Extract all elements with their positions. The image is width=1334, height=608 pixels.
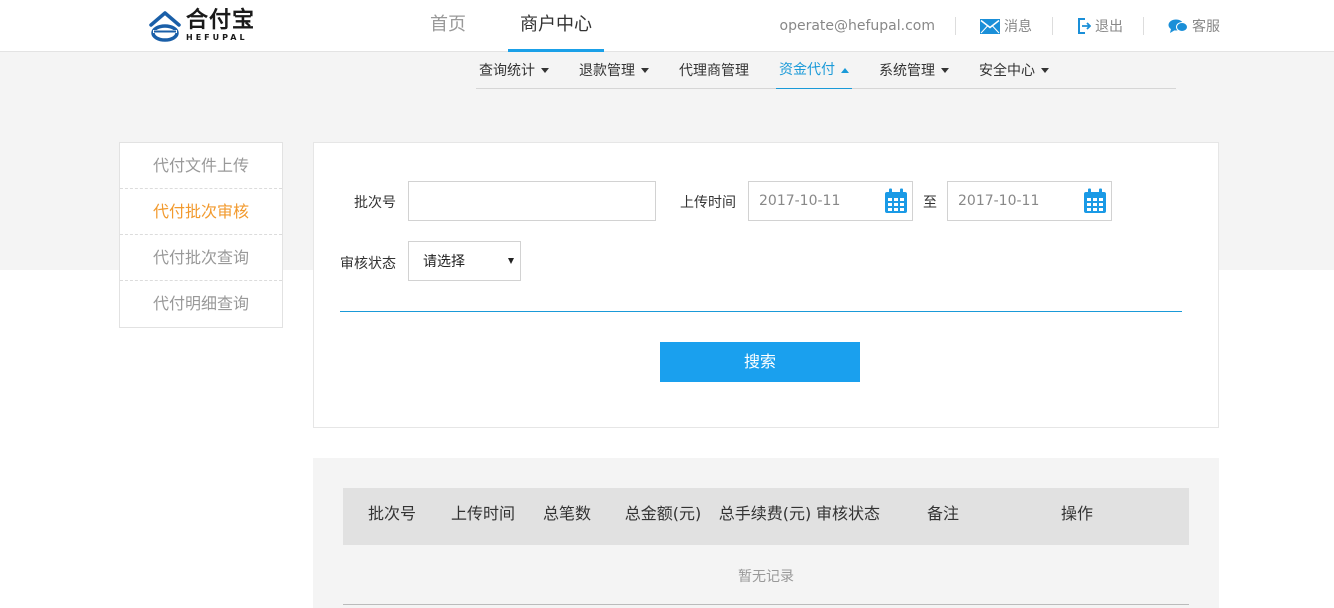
subnav-fund-payment[interactable]: 资金代付 (776, 52, 852, 89)
upload-time-label: 上传时间 (680, 195, 736, 211)
nav-merchant-center[interactable]: 商户中心 (508, 0, 604, 52)
divider (955, 17, 956, 35)
logout-label: 退出 (1095, 19, 1123, 35)
subnav-query-stats[interactable]: 查询统计 (476, 52, 552, 89)
user-email: operate@hefupal.com (779, 18, 936, 34)
divider (1143, 17, 1144, 35)
review-status-label: 审核状态 (340, 256, 396, 272)
subnav-label: 代理商管理 (679, 62, 749, 79)
col-review-status: 审核状态 (815, 504, 880, 523)
col-upload-time: 上传时间 (450, 504, 515, 523)
caret-up-icon (841, 67, 849, 73)
mail-icon (980, 18, 1000, 34)
calendar-icon[interactable] (1083, 188, 1107, 214)
calendar-icon[interactable] (884, 188, 908, 214)
side-item-detail-query[interactable]: 代付明细查询 (120, 281, 282, 327)
chat-icon (1168, 19, 1188, 33)
sub-nav: 查询统计 退款管理 代理商管理 资金代付 系统管理 安全中心 (476, 52, 1176, 89)
col-remark: 备注 (926, 504, 959, 523)
col-total-amount: 总金额(元) (624, 504, 702, 523)
search-button[interactable]: 搜索 (660, 342, 860, 382)
caret-down-icon (641, 68, 649, 73)
service-label: 客服 (1192, 19, 1220, 35)
caret-down-icon (1041, 68, 1049, 73)
batch-number-input[interactable] (408, 181, 656, 221)
messages-link[interactable]: 消息 (980, 16, 1032, 36)
side-item-file-upload[interactable]: 代付文件上传 (120, 143, 282, 189)
subnav-label: 系统管理 (879, 62, 935, 79)
logo-icon (149, 11, 181, 42)
search-panel: 批次号 上传时间 2017-10-11 至 2017-10-11 审核状态 请选… (313, 142, 1219, 428)
subnav-label: 查询统计 (479, 62, 535, 79)
logout-link[interactable]: 退出 (1077, 16, 1123, 36)
subnav-label: 安全中心 (979, 62, 1035, 79)
results-panel: 批次号 上传时间 总笔数 总金额(元) 总手续费(元) 审核状态 备注 操作 暂… (313, 458, 1219, 608)
form-divider (340, 311, 1182, 312)
subnav-refund[interactable]: 退款管理 (576, 52, 652, 89)
nav-home[interactable]: 首页 (418, 0, 478, 52)
caret-down-icon (541, 68, 549, 73)
col-batch-number: 批次号 (367, 504, 416, 523)
review-status-value: 请选择 (423, 254, 465, 270)
main-nav: 首页 商户中心 (418, 0, 634, 52)
subnav-agent[interactable]: 代理商管理 (676, 52, 752, 89)
side-item-batch-review[interactable]: 代付批次审核 (120, 189, 282, 235)
subnav-label: 退款管理 (579, 62, 635, 79)
col-actions: 操作 (1060, 504, 1093, 523)
side-menu: 代付文件上传 代付批次审核 代付批次查询 代付明细查询 (119, 142, 283, 328)
col-total-fee: 总手续费(元) (718, 504, 812, 523)
divider (1052, 17, 1053, 35)
dropdown-arrow-icon (508, 258, 514, 264)
brand-logo[interactable]: 合付宝 HEFUPAL (148, 8, 255, 44)
service-link[interactable]: 客服 (1168, 16, 1220, 36)
subnav-label: 资金代付 (779, 62, 835, 78)
empty-state: 暂无记录 (738, 569, 794, 585)
table-header: 批次号 上传时间 总笔数 总金额(元) 总手续费(元) 审核状态 备注 操作 (343, 488, 1189, 545)
logout-icon (1078, 18, 1091, 34)
side-item-batch-query[interactable]: 代付批次查询 (120, 235, 282, 281)
col-total-count: 总笔数 (542, 504, 591, 523)
table-bottom-border (343, 604, 1189, 605)
top-header: 合付宝 HEFUPAL 首页 商户中心 operate@hefupal.com … (0, 0, 1334, 52)
date-from-value: 2017-10-11 (759, 193, 841, 209)
date-to-value: 2017-10-11 (958, 193, 1040, 209)
subnav-security[interactable]: 安全中心 (976, 52, 1052, 89)
messages-label: 消息 (1004, 19, 1032, 35)
date-to-input[interactable]: 2017-10-11 (947, 181, 1112, 221)
date-from-input[interactable]: 2017-10-11 (748, 181, 913, 221)
brand-name-cn: 合付宝 (186, 8, 256, 33)
caret-down-icon (941, 68, 949, 73)
to-label: 至 (923, 195, 937, 211)
review-status-select[interactable]: 请选择 (408, 241, 521, 281)
brand-name-en: HEFUPAL (186, 33, 248, 42)
subnav-system[interactable]: 系统管理 (876, 52, 952, 89)
batch-number-label: 批次号 (354, 195, 396, 211)
user-bar: operate@hefupal.com 消息 退出 客服 (779, 0, 1220, 52)
